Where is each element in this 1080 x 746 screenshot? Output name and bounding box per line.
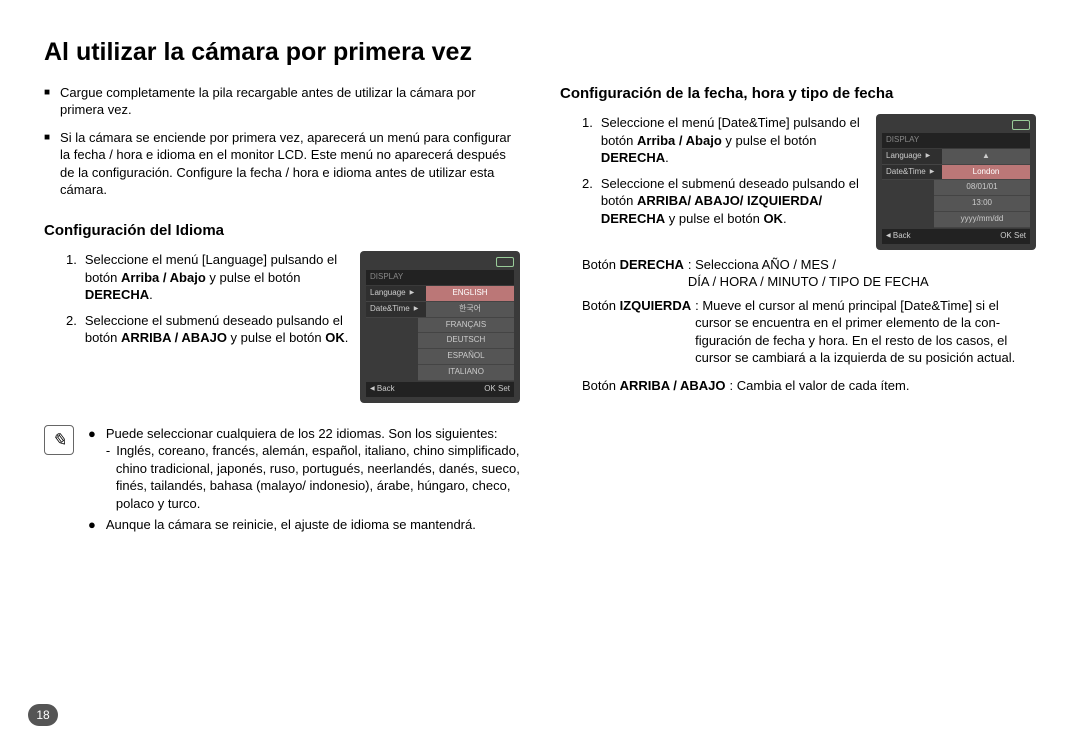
step-text: Seleccione el submenú deseado pulsando e… [601,175,868,228]
lcd-row-value: 08/01/01 [934,180,1030,196]
btn-updown-desc: Botón ARRIBA / ABAJO : Cambia el valor d… [582,377,1036,395]
lcd-header: DISPLAY [882,133,1030,148]
lcd-row-value: ITALIANO [418,365,514,381]
step-number: 2. [582,175,593,228]
chevron-right-icon: ▶ [410,289,415,297]
lcd-row-value: 한국어 [426,302,514,318]
step-number: 2. [66,312,77,347]
intro-text-1: Cargue completamente la pila recargable … [60,84,520,119]
intro-bullet-1: ■ Cargue completamente la pila recargabl… [44,84,520,119]
chevron-left-icon: ◀ [370,386,375,392]
right-column: Configuración de la fecha, hora y tipo d… [560,84,1036,539]
btn-left-desc: Botón IZQUIERDA : Mueve el cursor al men… [582,297,1036,367]
note-text-1: Puede seleccionar cualquiera de los 22 i… [106,425,520,513]
lcd-row-value: FRANÇAIS [418,318,514,334]
step-text: Seleccione el menú [Language] pulsando e… [85,251,352,304]
chevron-right-icon: ▶ [414,305,419,313]
lcd-okset: OK Set [484,384,510,395]
lcd-header: DISPLAY [366,270,514,285]
lcd-row-label: Date&Time ▶ [366,302,426,318]
note-box: ✎ ● Puede seleccionar cualquiera de los … [44,425,520,539]
dt-step-2: 2. Seleccione el submenú deseado pulsand… [582,175,868,228]
lcd-okset: OK Set [1000,231,1026,242]
lcd-row-label: Language ▶ [366,286,426,302]
note-text-2: Aunque la cámara se reinicie, el ajuste … [106,516,476,534]
square-bullet-icon: ■ [44,129,50,199]
lcd-row-value: 13:00 [934,196,1030,212]
page-title: Al utilizar la cámara por primera vez [44,36,1036,70]
step-text: Seleccione el submenú deseado pulsando e… [85,312,352,347]
dot-bullet-icon: ● [88,425,96,513]
step-number: 1. [66,251,77,304]
btn-right-desc: Botón DERECHA : Selecciona AÑO / MES / D… [582,256,1036,291]
dot-bullet-icon: ● [88,516,96,534]
lcd-row-value: DEUTSCH [418,333,514,349]
step-text: Seleccione el menú [Date&Time] pulsando … [601,114,868,167]
datetime-heading: Configuración de la fecha, hora y tipo d… [560,84,1036,104]
lang-heading: Configuración del Idioma [44,221,520,241]
lcd-row-value: ▲ [942,149,1030,165]
battery-icon [1012,120,1030,130]
square-bullet-icon: ■ [44,84,50,119]
battery-icon [496,257,514,267]
lcd-row-label: Date&Time ▶ [882,165,942,181]
lcd-row-value: ESPAÑOL [418,349,514,365]
left-column: ■ Cargue completamente la pila recargabl… [44,84,520,539]
note-icon: ✎ [44,425,74,455]
datetime-lcd-mock: DISPLAY Language ▶ ▲ Date&Time ▶ London … [876,114,1036,250]
lang-step-2: 2. Seleccione el submenú deseado pulsand… [66,312,352,347]
step-number: 1. [582,114,593,167]
intro-bullet-2: ■ Si la cámara se enciende por primera v… [44,129,520,199]
lcd-back: ◀ Back [886,231,911,242]
chevron-right-icon: ▶ [926,152,931,160]
chevron-right-icon: ▶ [930,168,935,176]
lcd-row-value: ENGLISH [426,286,514,302]
lang-lcd-mock: DISPLAY Language ▶ ENGLISH Date&Time ▶ 한… [360,251,520,402]
lcd-row-label: Language ▶ [882,149,942,165]
lcd-row-value: London [942,165,1030,181]
dt-step-1: 1. Seleccione el menú [Date&Time] pulsan… [582,114,868,167]
intro-text-2: Si la cámara se enciende por primera vez… [60,129,520,199]
lcd-row-value: yyyy/mm/dd [934,212,1030,228]
lcd-back: ◀ Back [370,384,395,395]
chevron-left-icon: ◀ [886,233,891,239]
page-number: 18 [28,704,58,726]
lang-step-1: 1. Seleccione el menú [Language] pulsand… [66,251,352,304]
